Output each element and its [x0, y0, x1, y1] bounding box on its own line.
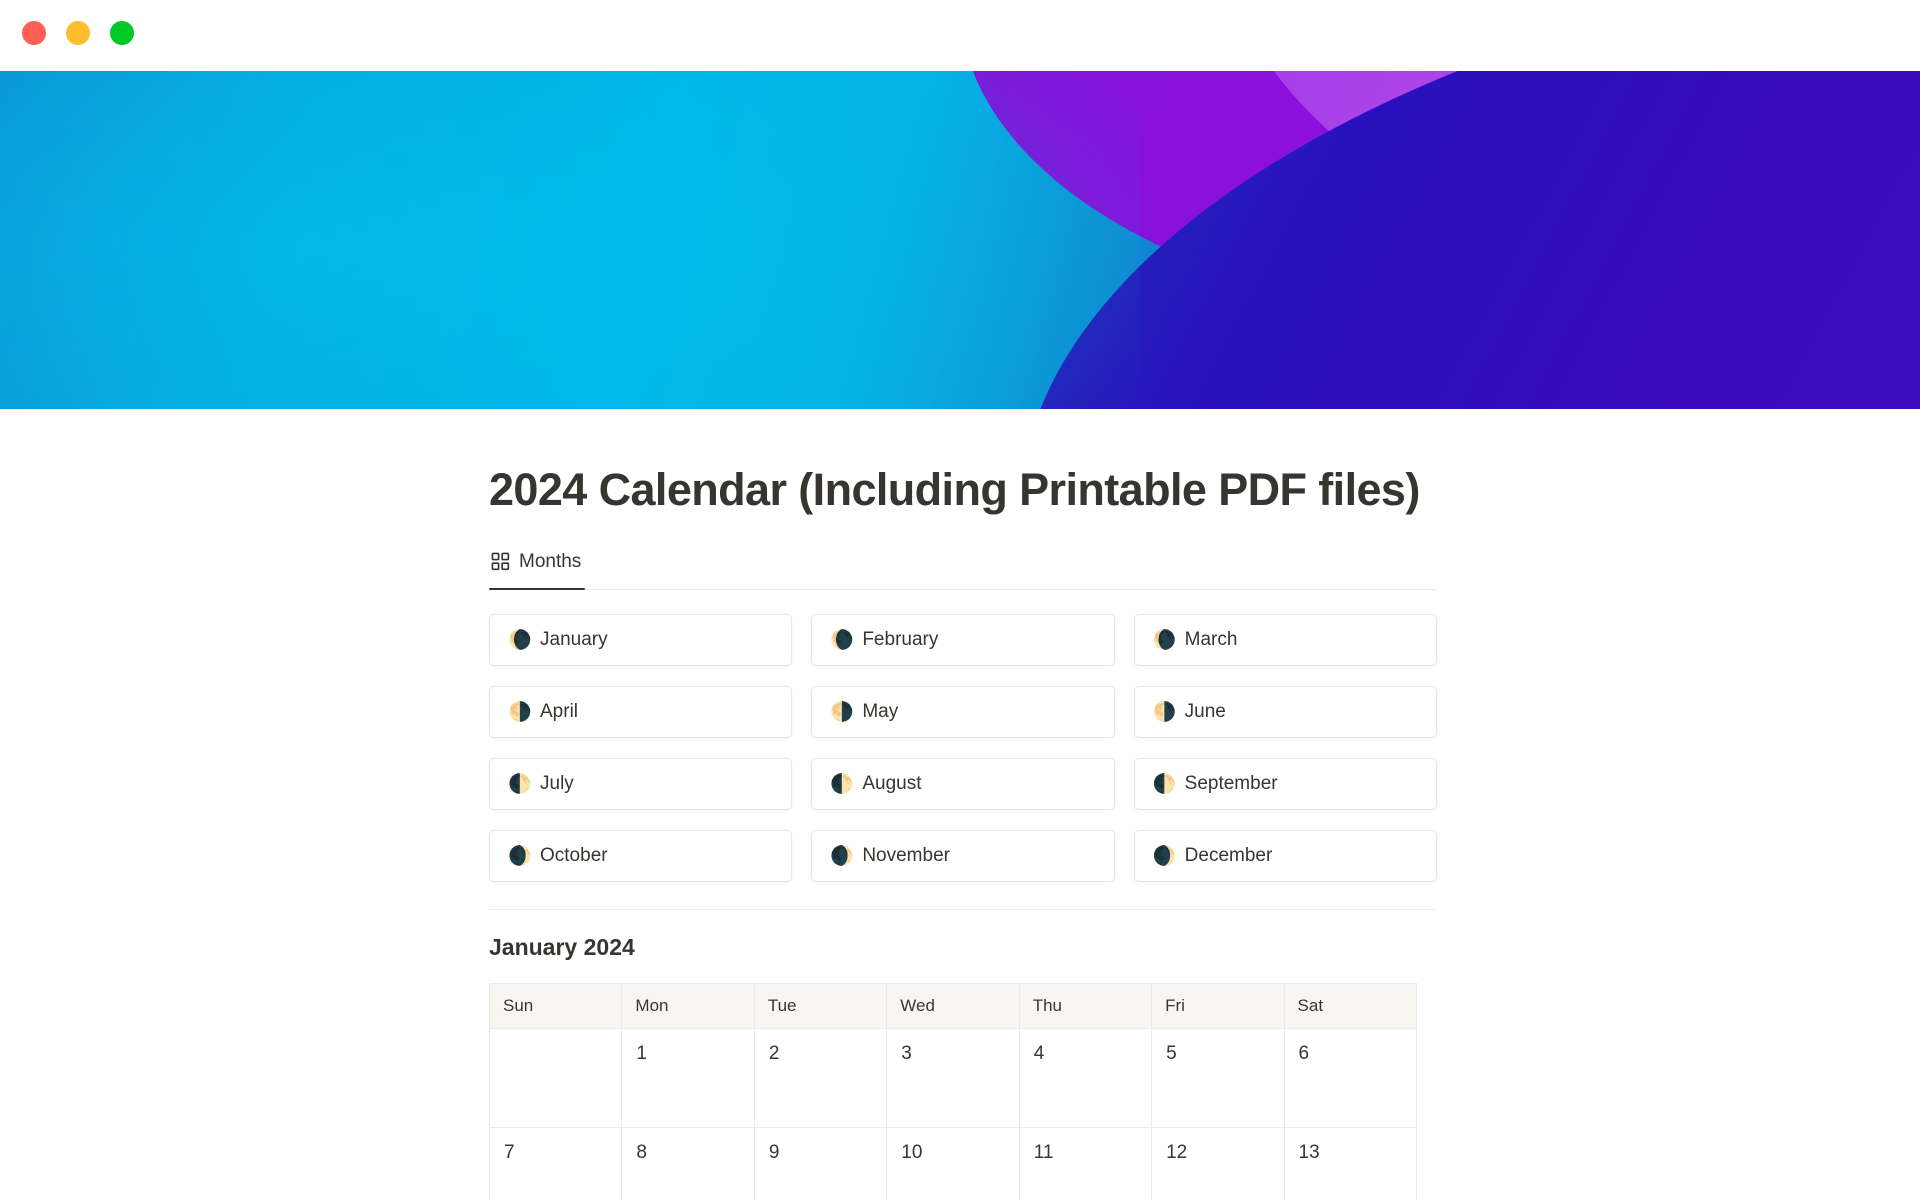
moon-phase-icon: 🌓	[508, 773, 532, 795]
calendar-day-cell[interactable]: 10	[886, 1127, 1020, 1200]
month-card-march[interactable]: 🌘 March	[1133, 614, 1437, 666]
calendar-header-thu: Thu	[1018, 983, 1153, 1029]
page-title: 2024 Calendar (Including Printable PDF f…	[489, 464, 1420, 515]
month-card-label: November	[862, 845, 950, 866]
moon-phase-icon: 🌘	[1152, 629, 1177, 651]
month-card-december[interactable]: 🌒 December	[1133, 830, 1437, 882]
month-card-july[interactable]: 🌓 July	[489, 758, 793, 810]
banner-cyan-sheen	[0, 71, 1140, 409]
calendar-header-wed: Wed	[886, 983, 1020, 1029]
calendar-day-cell[interactable]: 1	[621, 1028, 755, 1128]
calendar-table: Sun Mon Tue Wed Thu Fri Sat 1 2 3 4 5 6 …	[488, 983, 1418, 1200]
month-card-label: October	[540, 845, 608, 866]
close-window-button[interactable]	[22, 20, 46, 45]
month-card-label: December	[1184, 845, 1273, 866]
calendar-week-row: 1 2 3 4 5 6	[488, 1028, 1418, 1128]
month-card-october[interactable]: 🌒 October	[489, 830, 793, 882]
calendar-day-cell[interactable]: 11	[1018, 1127, 1153, 1200]
calendar-day-cell[interactable]: 8	[621, 1127, 755, 1200]
month-card-november[interactable]: 🌒 November	[811, 830, 1115, 882]
section-divider	[489, 909, 1437, 910]
month-card-label: September	[1184, 773, 1278, 794]
calendar-day-cell[interactable]: 6	[1283, 1028, 1418, 1128]
cover-banner-image	[0, 71, 1920, 409]
grid-gallery-icon	[491, 552, 510, 571]
calendar-day-cell[interactable]: 13	[1283, 1127, 1418, 1200]
calendar-day-cell[interactable]: 2	[753, 1028, 888, 1128]
calendar-day-cell[interactable]: 4	[1018, 1028, 1153, 1128]
calendar-week-row: 7 8 9 10 11 12 13	[488, 1127, 1418, 1200]
month-card-label: January	[540, 629, 608, 650]
calendar-day-cell[interactable]: 7	[488, 1127, 623, 1200]
calendar-header-row: Sun Mon Tue Wed Thu Fri Sat	[488, 983, 1418, 1029]
minimize-window-button[interactable]	[66, 20, 90, 45]
calendar-header-fri: Fri	[1151, 983, 1285, 1029]
moon-phase-icon: 🌘	[830, 629, 854, 651]
moon-phase-icon: 🌒	[830, 845, 854, 867]
month-card-label: June	[1184, 701, 1226, 722]
calendar-header-sat: Sat	[1283, 983, 1418, 1029]
tab-months-label: Months	[519, 550, 582, 572]
moon-phase-icon: 🌗	[508, 701, 532, 723]
month-card-label: February	[862, 629, 939, 650]
month-card-label: May	[862, 701, 899, 722]
calendar-day-cell[interactable]: 12	[1151, 1127, 1285, 1200]
moon-phase-icon: 🌗	[830, 701, 854, 723]
tab-months[interactable]: Months	[489, 546, 586, 590]
moon-phase-icon: 🌓	[1152, 773, 1177, 795]
calendar-day-cell[interactable]: 3	[886, 1028, 1020, 1128]
month-card-february[interactable]: 🌘 February	[811, 614, 1115, 666]
month-card-april[interactable]: 🌗 April	[489, 686, 793, 738]
month-card-september[interactable]: 🌓 September	[1133, 758, 1437, 810]
month-card-label: August	[862, 773, 922, 794]
moon-phase-icon: 🌘	[508, 629, 532, 651]
moon-phase-icon: 🌓	[830, 773, 854, 795]
month-card-august[interactable]: 🌓 August	[811, 758, 1115, 810]
calendar-day-cell[interactable]: 5	[1151, 1028, 1285, 1128]
moon-phase-icon: 🌒	[1152, 845, 1177, 867]
month-card-label: March	[1184, 629, 1238, 650]
calendar-month-heading: January 2024	[489, 934, 635, 960]
maximize-window-button[interactable]	[110, 20, 134, 45]
month-card-may[interactable]: 🌗 May	[811, 686, 1115, 738]
calendar-day-cell[interactable]	[488, 1028, 623, 1128]
month-card-label: April	[540, 701, 579, 722]
app-window: 2024 Calendar (Including Printable PDF f…	[0, 0, 1920, 1200]
moon-phase-icon: 🌗	[1152, 701, 1177, 723]
tab-bar: Months	[489, 546, 1437, 590]
moon-phase-icon: 🌒	[508, 845, 532, 867]
month-card-january[interactable]: 🌘 January	[489, 614, 793, 666]
months-grid: 🌘 January 🌘 February 🌘 March 🌗 April 🌗 M…	[489, 614, 1437, 882]
month-card-label: July	[540, 773, 574, 794]
page-content: 2024 Calendar (Including Printable PDF f…	[488, 409, 1437, 1200]
month-card-june[interactable]: 🌗 June	[1133, 686, 1437, 738]
calendar-day-cell[interactable]: 9	[753, 1127, 888, 1200]
window-titlebar	[0, 0, 1920, 71]
calendar-header-sun: Sun	[488, 983, 623, 1029]
calendar-header-mon: Mon	[621, 983, 755, 1029]
calendar-header-tue: Tue	[753, 983, 888, 1029]
traffic-lights	[22, 20, 134, 45]
